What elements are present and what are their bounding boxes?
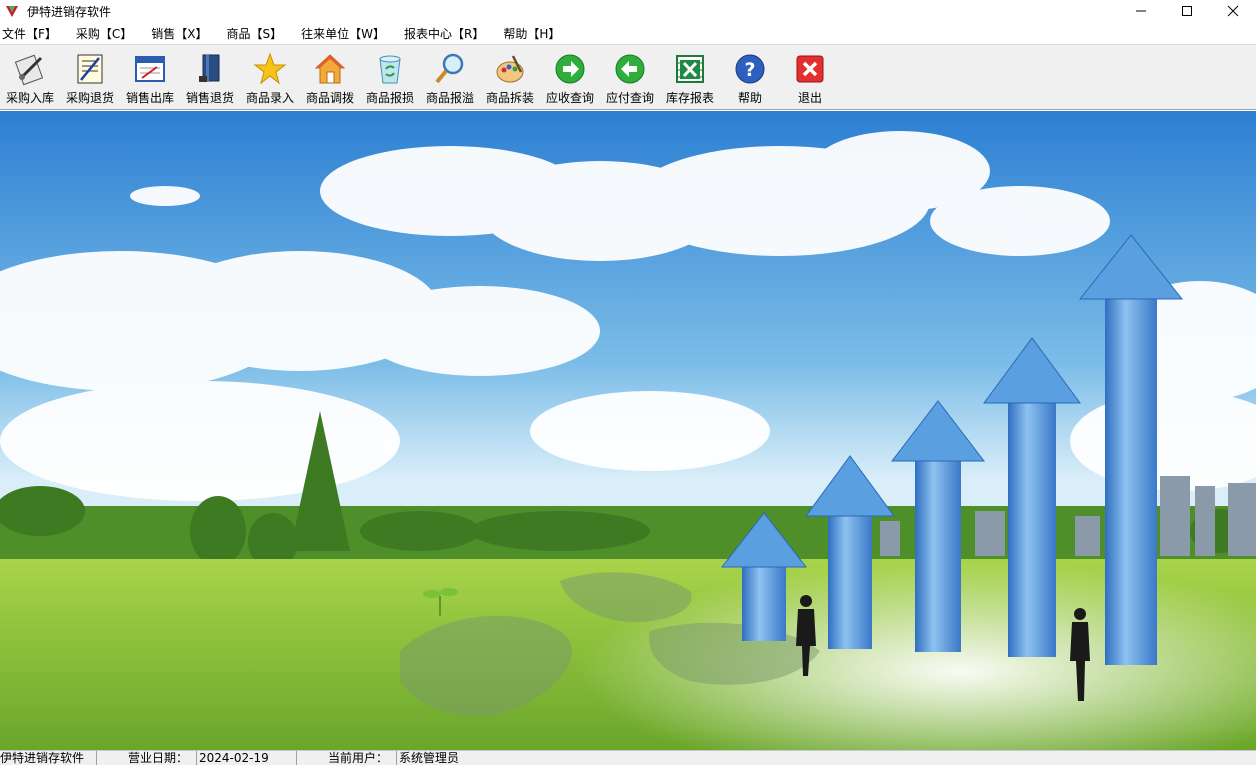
- toolbar-label: 商品调拨: [305, 91, 354, 105]
- purchase-in-icon: [13, 52, 47, 86]
- toolbar-inventory-report-button[interactable]: 库存报表: [660, 45, 720, 109]
- house-icon: [313, 52, 347, 86]
- title-bar: 伊特进销存软件: [0, 0, 1256, 22]
- toolbar-help-button[interactable]: ? 帮助: [720, 45, 780, 109]
- app-logo-icon: [4, 3, 20, 19]
- background-scene-image: [0, 111, 1256, 750]
- toolbar-exit-button[interactable]: 退出: [780, 45, 840, 109]
- status-bar: 伊特进销存软件 营业日期： 2024-02-19 当前用户： 系统管理员: [0, 750, 1256, 765]
- menu-file[interactable]: 文件【F】: [2, 25, 57, 42]
- menu-partners[interactable]: 往来单位【W】: [301, 25, 385, 42]
- help-icon: ?: [733, 52, 767, 86]
- toolbar-label: 商品报溢: [425, 91, 474, 105]
- menu-reports[interactable]: 报表中心【R】: [404, 25, 484, 42]
- svg-text:?: ?: [744, 59, 755, 81]
- toolbar-purchase-in-button[interactable]: 采购入库: [0, 45, 60, 109]
- minimize-button[interactable]: [1118, 0, 1164, 22]
- toolbar-label: 应收查询: [545, 91, 594, 105]
- window-title: 伊特进销存软件: [27, 4, 112, 19]
- status-user-value: 系统管理员: [399, 750, 460, 765]
- toolbar-label: 应付查询: [605, 91, 654, 105]
- toolbar-goods-damage-button[interactable]: 商品报损: [360, 45, 420, 109]
- toolbar-payable-query-button[interactable]: 应付查询: [600, 45, 660, 109]
- toolbar-receivable-query-button[interactable]: 应收查询: [540, 45, 600, 109]
- sales-out-icon: [133, 52, 167, 86]
- maximize-button[interactable]: [1164, 0, 1210, 22]
- toolbar-label: 退出: [797, 91, 822, 105]
- window-controls: [1118, 0, 1256, 22]
- status-date-label: 营业日期：: [97, 750, 197, 765]
- status-app-name: 伊特进销存软件: [0, 750, 97, 765]
- magnifier-icon: [433, 52, 467, 86]
- toolbar-goods-assembly-button[interactable]: 商品拆装: [480, 45, 540, 109]
- excel-icon: [673, 52, 707, 86]
- status-user-label: 当前用户：: [297, 750, 397, 765]
- minimize-icon: [1136, 10, 1146, 12]
- maximize-icon: [1182, 6, 1192, 16]
- green-arrow-right-icon: [553, 52, 587, 86]
- menu-goods[interactable]: 商品【S】: [227, 25, 283, 42]
- toolbar-goods-transfer-button[interactable]: 商品调拨: [300, 45, 360, 109]
- toolbar-label: 采购退货: [65, 91, 114, 105]
- menu-purchase[interactable]: 采购【C】: [76, 25, 132, 42]
- sales-return-icon: [193, 52, 227, 86]
- close-icon: [1227, 5, 1239, 17]
- toolbar-label: 销售出库: [125, 91, 174, 105]
- menu-sales[interactable]: 销售【X】: [151, 25, 207, 42]
- status-date-value: 2024-02-19: [197, 750, 297, 765]
- toolbar-label: 商品拆装: [485, 91, 534, 105]
- green-arrow-left-icon: [613, 52, 647, 86]
- purchase-return-icon: [73, 52, 107, 86]
- close-button[interactable]: [1210, 0, 1256, 22]
- toolbar-purchase-return-button[interactable]: 采购退货: [60, 45, 120, 109]
- toolbar-label: 销售退货: [185, 91, 234, 105]
- star-icon: [253, 52, 287, 86]
- menu-help[interactable]: 帮助【H】: [503, 25, 560, 42]
- palette-icon: [493, 52, 527, 86]
- toolbar-goods-overflow-button[interactable]: 商品报溢: [420, 45, 480, 109]
- toolbar: 采购入库 采购退货 销售出库 销售退货 商品录入 商品调拨 商品报损 商品报溢 …: [0, 44, 1256, 110]
- toolbar-label: 帮助: [737, 91, 762, 105]
- toolbar-label: 商品报损: [365, 91, 414, 105]
- menu-bar: 文件【F】 采购【C】 销售【X】 商品【S】 往来单位【W】 报表中心【R】 …: [0, 22, 1256, 44]
- toolbar-label: 采购入库: [5, 91, 54, 105]
- recycle-bin-icon: [373, 52, 407, 86]
- exit-icon: [793, 52, 827, 86]
- toolbar-label: 库存报表: [665, 91, 714, 105]
- toolbar-sales-out-button[interactable]: 销售出库: [120, 45, 180, 109]
- toolbar-sales-return-button[interactable]: 销售退货: [180, 45, 240, 109]
- toolbar-goods-entry-button[interactable]: 商品录入: [240, 45, 300, 109]
- toolbar-label: 商品录入: [245, 91, 294, 105]
- main-background: [0, 111, 1256, 750]
